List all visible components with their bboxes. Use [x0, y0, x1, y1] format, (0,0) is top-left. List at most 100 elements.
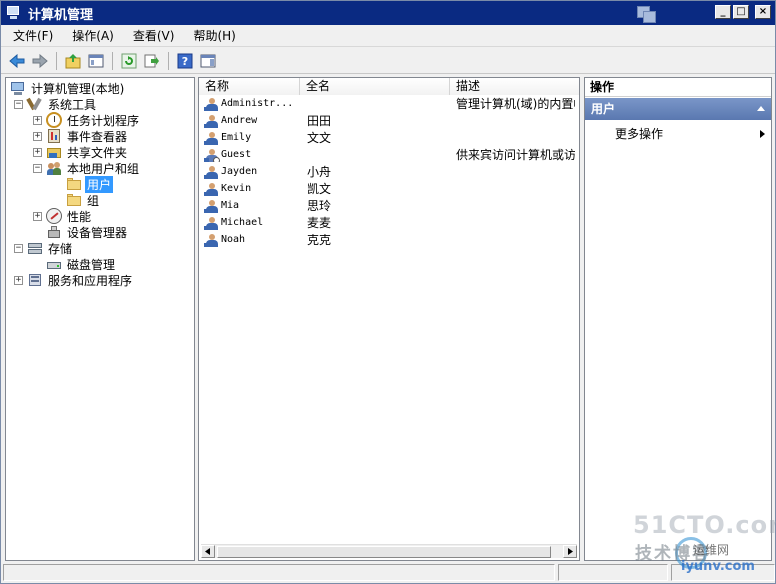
tree-label: 用户	[85, 175, 114, 193]
tree-item-task-scheduler[interactable]: + 任务计划程序	[33, 112, 141, 128]
services-icon	[27, 272, 43, 288]
tree-item-performance[interactable]: + 性能	[33, 208, 93, 224]
refresh-button[interactable]	[119, 51, 139, 71]
scroll-right-button[interactable]	[563, 545, 577, 558]
status-segment	[671, 564, 775, 581]
submenu-arrow-icon	[760, 130, 765, 138]
up-one-level-button[interactable]	[63, 51, 83, 71]
user-name: Noah	[221, 234, 246, 245]
table-row[interactable]: Jayden 小舟	[199, 163, 579, 180]
action-pane-icon	[200, 54, 216, 67]
collapse-icon[interactable]: −	[14, 99, 23, 109]
console-tree-icon	[88, 54, 104, 67]
menu-action[interactable]: 操作(A)	[65, 27, 121, 44]
back-arrow-icon	[9, 53, 25, 68]
tree-label: 存储	[48, 241, 73, 256]
table-row[interactable]: Administr... 管理计算机(域)的内置帐	[199, 95, 579, 112]
tree-label: 本地用户和组	[67, 161, 140, 176]
shared-folder-icon	[46, 144, 62, 160]
table-row[interactable]: Michael 麦麦	[199, 214, 579, 231]
tree-item-device-manager[interactable]: 设备管理器	[46, 224, 129, 240]
tree-item-local-users-groups[interactable]: − 本地用户和组	[33, 160, 141, 176]
horizontal-scrollbar[interactable]	[201, 544, 577, 558]
user-fullname: 思玲	[307, 199, 332, 213]
folder-icon	[66, 192, 82, 208]
tree-item-groups[interactable]: 组	[66, 192, 101, 208]
table-row[interactable]: Andrew 田田	[199, 112, 579, 129]
table-row[interactable]: Emily 文文	[199, 129, 579, 146]
tree-item-system-tools[interactable]: − 系统工具	[14, 96, 98, 112]
scroll-thumb[interactable]	[217, 545, 551, 558]
expand-icon[interactable]: +	[33, 211, 42, 221]
user-icon	[204, 216, 218, 230]
column-header-name[interactable]: 名称	[199, 78, 300, 95]
tree-label: 共享文件夹	[67, 145, 128, 160]
user-fullname: 小舟	[307, 165, 332, 179]
forward-button[interactable]	[30, 51, 50, 71]
scroll-left-button[interactable]	[201, 545, 215, 558]
arrow-left-icon	[205, 548, 210, 555]
users-group-icon	[46, 160, 62, 176]
tree-label: 任务计划程序	[67, 113, 140, 128]
user-fullname: 田田	[307, 114, 332, 128]
title-bar[interactable]: 计算机管理 _ □ ×	[1, 1, 775, 25]
user-name: Kevin	[221, 183, 252, 194]
user-icon	[204, 199, 218, 213]
minimize-button[interactable]: _	[715, 5, 731, 19]
tree-label: 计算机管理(本地)	[31, 81, 125, 96]
action-section-label: 用户	[591, 102, 616, 116]
tree-item-computer-management[interactable]: 计算机管理(本地)	[10, 80, 126, 96]
folder-up-icon	[65, 53, 81, 68]
tree-item-storage[interactable]: − 存储	[14, 240, 74, 256]
export-icon	[144, 54, 159, 67]
console-tree: 计算机管理(本地) − 系统工具 + 任务计划程序 + 事件查看器 + 共享文件…	[5, 77, 195, 561]
table-row[interactable]: Mia 思玲	[199, 197, 579, 214]
user-name: Andrew	[221, 115, 258, 126]
expand-icon[interactable]: +	[33, 131, 42, 141]
action-section-users[interactable]: 用户	[585, 98, 771, 120]
menu-view[interactable]: 查看(V)	[126, 27, 182, 44]
menu-help[interactable]: 帮助(H)	[186, 27, 242, 44]
tree-item-disk-management[interactable]: 磁盘管理	[46, 256, 117, 272]
back-button[interactable]	[7, 51, 27, 71]
table-row[interactable]: Guest 供来宾访问计算机或访	[199, 146, 579, 163]
table-row[interactable]: Noah 克克	[199, 231, 579, 248]
tree-label: 组	[87, 193, 100, 208]
tree-item-users[interactable]: 用户	[66, 175, 114, 193]
collapse-up-icon[interactable]	[757, 106, 765, 111]
show-hide-action-pane-button[interactable]	[198, 51, 218, 71]
tree-item-event-viewer[interactable]: + 事件查看器	[33, 128, 129, 144]
maximize-button[interactable]: □	[733, 5, 749, 19]
table-row[interactable]: Kevin 凯文	[199, 180, 579, 197]
collapse-icon[interactable]: −	[33, 163, 42, 173]
tree-item-shared-folders[interactable]: + 共享文件夹	[33, 144, 129, 160]
storage-icon	[27, 240, 43, 256]
scroll-track[interactable]	[215, 545, 563, 558]
menu-file[interactable]: 文件(F)	[6, 27, 60, 44]
tools-icon	[26, 96, 43, 112]
collapse-icon[interactable]: −	[14, 243, 23, 253]
expand-icon[interactable]: +	[14, 275, 23, 285]
help-button[interactable]: ?	[175, 51, 195, 71]
window-switch-icon	[637, 6, 659, 24]
minimize-icon: _	[720, 6, 726, 17]
user-fullname: 文文	[307, 131, 332, 145]
export-list-button[interactable]	[142, 51, 162, 71]
toolbar: ?	[1, 48, 775, 74]
user-icon	[204, 97, 218, 111]
toolbar-separator	[112, 51, 113, 70]
expand-icon[interactable]: +	[33, 147, 42, 157]
column-header-fullname[interactable]: 全名	[300, 78, 450, 95]
expand-icon[interactable]: +	[33, 115, 42, 125]
user-name: Emily	[221, 132, 252, 143]
user-name: Jayden	[221, 166, 258, 177]
toolbar-separator	[168, 51, 169, 70]
user-icon	[204, 114, 218, 128]
show-hide-tree-button[interactable]	[86, 51, 106, 71]
close-button[interactable]: ×	[755, 5, 771, 19]
more-actions-item[interactable]: 更多操作	[615, 126, 765, 142]
user-icon	[204, 165, 218, 179]
column-header-description[interactable]: 描述	[450, 78, 579, 95]
tree-item-services-apps[interactable]: + 服务和应用程序	[14, 272, 134, 288]
computer-icon	[10, 80, 26, 96]
